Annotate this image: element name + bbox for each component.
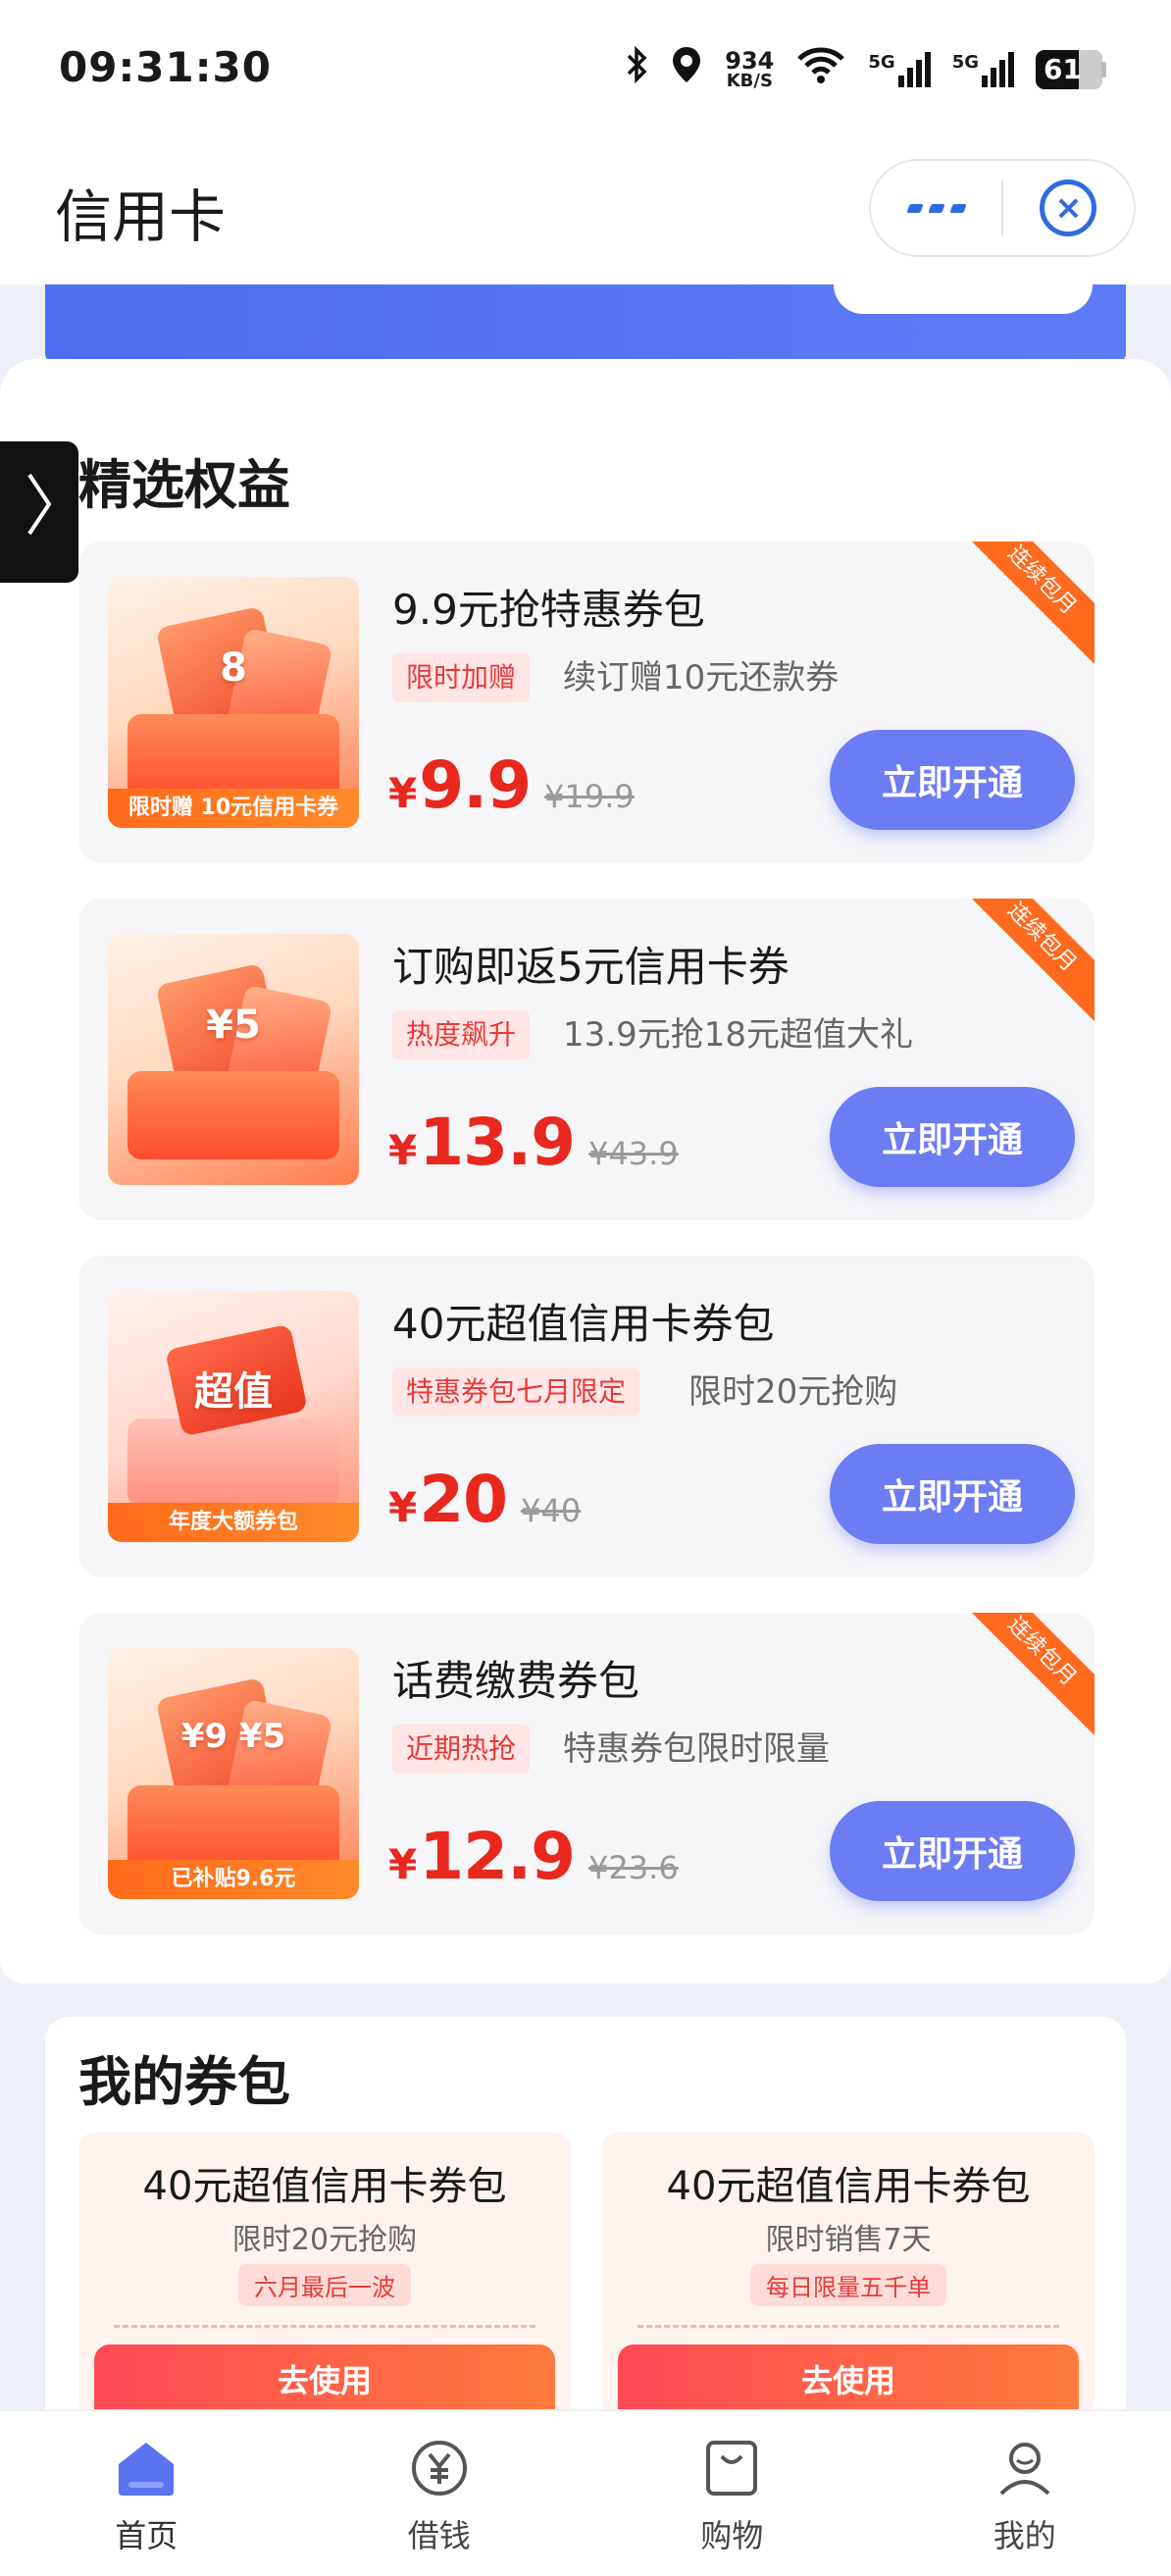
banner-pill: [834, 284, 1093, 314]
activate-button[interactable]: 立即开通: [830, 1801, 1075, 1901]
offer-price: ¥ 9.9 ¥19.9: [388, 747, 635, 823]
chevron-right-icon: [25, 470, 54, 554]
section-title-coupons: 我的券包: [78, 2051, 290, 2113]
coupon-divider: [114, 2325, 535, 2328]
close-button[interactable]: ×: [1003, 180, 1134, 236]
corner-badge: 连续包月: [956, 1613, 1095, 1737]
use-coupon-button[interactable]: 去使用: [618, 2344, 1079, 2417]
battery-icon: 61: [1036, 49, 1106, 89]
coupon-tag: 六月最后一波: [238, 2264, 411, 2306]
status-icons: 934 KB/S 5G 5G 61: [627, 45, 1106, 93]
title-bar: 信用卡 ×: [0, 147, 1171, 284]
offer-name: 订购即返5元信用卡券: [392, 943, 789, 991]
offer-tag: 特惠券包七月限定: [392, 1367, 640, 1417]
status-time: 09:31:30: [59, 43, 272, 91]
user-icon: [993, 2437, 1056, 2499]
offer-thumbnail: 超值 年度大额券包: [108, 1291, 359, 1542]
coupon-item: 40元超值信用卡券包 限时20元抢购 六月最后一波 去使用: [78, 2133, 571, 2417]
coupon-tag: 每日限量五千单: [750, 2264, 946, 2306]
activate-button[interactable]: 立即开通: [830, 1087, 1075, 1187]
offer-name: 话费缴费券包: [392, 1657, 640, 1705]
offer-card[interactable]: 超值 年度大额券包 40元超值信用卡券包 特惠券包七月限定 限时20元抢购 ¥ …: [78, 1256, 1095, 1577]
offer-tag: 热度飙升: [392, 1010, 531, 1059]
offer-tag: 近期热抢: [392, 1725, 531, 1774]
section-title-rights: 精选权益: [78, 454, 290, 516]
coupon-name: 40元超值信用卡券包: [142, 2164, 507, 2209]
signal-icon-2: 5G: [952, 51, 1014, 87]
net-speed: 934 KB/S: [725, 46, 775, 91]
coupon-desc: 限时销售7天: [765, 2223, 932, 2257]
offer-desc: 13.9元抢18元超值大礼: [563, 1015, 913, 1055]
corner-badge: 连续包月: [956, 541, 1095, 666]
close-icon: ×: [1040, 180, 1097, 236]
shopping-bag-icon: [700, 2437, 763, 2499]
use-coupon-button[interactable]: 去使用: [94, 2344, 555, 2417]
signal-icon-1: 5G: [868, 51, 931, 87]
bluetooth-icon: [627, 45, 648, 92]
tab-mine[interactable]: 我的: [879, 2411, 1171, 2576]
offer-card[interactable]: ¥5 订购即返5元信用卡券 热度飙升 13.9元抢18元超值大礼 ¥ 13.9 …: [78, 899, 1095, 1220]
activate-button[interactable]: 立即开通: [830, 730, 1075, 830]
original-price: ¥23.6: [588, 1849, 679, 1886]
offer-thumbnail: ¥5: [108, 934, 359, 1185]
more-button[interactable]: [871, 203, 1001, 213]
offer-desc: 限时20元抢购: [688, 1372, 898, 1412]
original-price: ¥40: [521, 1492, 582, 1529]
side-expand-tab[interactable]: [0, 441, 78, 583]
coupon-desc: 限时20元抢购: [231, 2223, 418, 2257]
offer-price: ¥ 13.9 ¥43.9: [388, 1105, 679, 1180]
original-price: ¥43.9: [588, 1135, 679, 1172]
offer-thumbnail: ¥9 ¥5 已补贴9.6元: [108, 1648, 359, 1899]
activate-button[interactable]: 立即开通: [830, 1444, 1075, 1544]
location-icon: [670, 45, 703, 93]
mini-program-capsule: ×: [869, 159, 1136, 257]
offer-desc: 特惠券包限时限量: [563, 1729, 830, 1769]
offer-card[interactable]: 8 限时赠 10元信用卡券 9.9元抢特惠券包 限时加赠 续订赠10元还款券 ¥…: [78, 541, 1095, 863]
offer-price: ¥ 12.9 ¥23.6: [388, 1819, 679, 1894]
tab-borrow[interactable]: 借钱: [293, 2411, 586, 2576]
corner-badge: 连续包月: [956, 899, 1095, 1023]
tab-home[interactable]: 首页: [0, 2411, 293, 2576]
coupon-item: 40元超值信用卡券包 限时销售7天 每日限量五千单 去使用: [602, 2133, 1095, 2417]
original-price: ¥19.9: [544, 778, 635, 815]
offer-thumbnail: 8 限时赠 10元信用卡券: [108, 577, 359, 828]
coupon-divider: [637, 2325, 1059, 2328]
offer-card[interactable]: ¥9 ¥5 已补贴9.6元 话费缴费券包 近期热抢 特惠券包限时限量 ¥ 12.…: [78, 1613, 1095, 1934]
offer-tag: 限时加赠: [392, 653, 531, 702]
yen-circle-icon: [408, 2437, 471, 2499]
tab-shopping[interactable]: 购物: [586, 2411, 879, 2576]
page-title: 信用卡: [55, 183, 227, 250]
home-icon: [115, 2437, 178, 2499]
coupon-name: 40元超值信用卡券包: [666, 2164, 1031, 2209]
status-bar: 09:31:30 934 KB/S 5G 5G 61: [0, 0, 1171, 147]
wifi-icon: [795, 45, 846, 93]
offer-name: 40元超值信用卡券包: [392, 1300, 775, 1348]
offer-name: 9.9元抢特惠券包: [392, 586, 705, 634]
bottom-tab-bar: 首页 借钱 购物 我的: [0, 2409, 1171, 2576]
offer-desc: 续订赠10元还款券: [563, 658, 840, 697]
offer-price: ¥ 20 ¥40: [388, 1462, 582, 1537]
